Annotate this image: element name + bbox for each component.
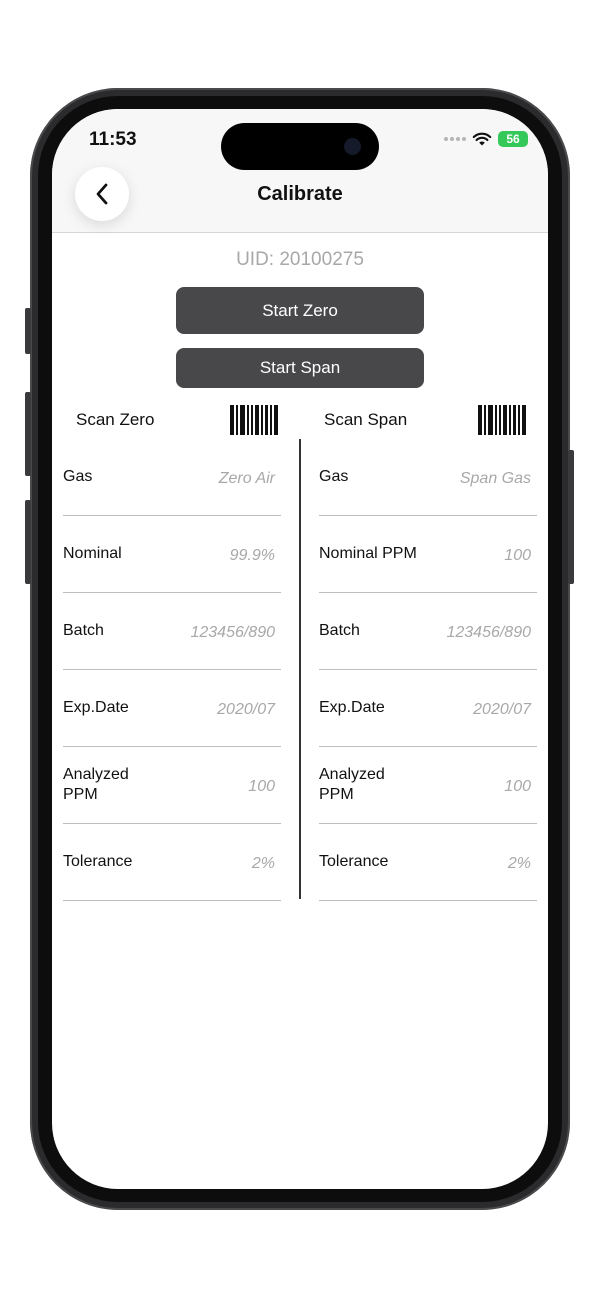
field-value: 2020/07 (473, 700, 531, 718)
span-analyzed-ppm-field[interactable]: Analyzed PPM 100 (319, 747, 537, 824)
scan-zero-label: Scan Zero (76, 410, 155, 429)
span-tolerance-field[interactable]: Tolerance 2% (319, 824, 537, 901)
field-label: Tolerance (319, 853, 389, 870)
action-button-hardware (25, 308, 31, 354)
volume-up-hardware (25, 392, 31, 476)
field-label: Analyzed PPM (63, 766, 129, 803)
field-value: 2% (507, 854, 531, 872)
cellular-signal-icon (444, 137, 466, 141)
field-label: Nominal (63, 545, 122, 562)
nav-header: 11:53 56 Calibrate (52, 109, 548, 233)
scan-span-label: Scan Span (324, 410, 408, 429)
field-value: 100 (504, 777, 531, 795)
field-value: Zero Air (218, 469, 275, 487)
field-label: Batch (63, 622, 104, 639)
camera-icon (344, 138, 361, 155)
scan-zero-row[interactable]: Scan Zero (76, 405, 278, 435)
field-label: Gas (319, 468, 349, 485)
span-fields-column: Gas Span Gas Nominal PPM 100 Batch 12345… (319, 439, 537, 901)
field-label: Nominal PPM (319, 545, 417, 562)
field-value: 100 (248, 777, 275, 795)
field-label: Exp.Date (319, 699, 385, 716)
power-button-hardware (568, 450, 574, 584)
field-value: Span Gas (459, 469, 531, 487)
volume-down-hardware (25, 500, 31, 584)
zero-nominal-field[interactable]: Nominal 99.9% (63, 516, 281, 593)
field-label: Tolerance (63, 853, 133, 870)
zero-tolerance-field[interactable]: Tolerance 2% (63, 824, 281, 901)
field-value: 123456/890 (190, 623, 275, 641)
zero-analyzed-ppm-field[interactable]: Analyzed PPM 100 (63, 747, 281, 824)
field-value: 2% (251, 854, 275, 872)
field-value: 123456/890 (446, 623, 531, 641)
battery-icon: 56 (498, 131, 528, 147)
zero-exp-date-field[interactable]: Exp.Date 2020/07 (63, 670, 281, 747)
zero-gas-field[interactable]: Gas Zero Air (63, 439, 281, 516)
barcode-icon[interactable] (230, 405, 278, 435)
column-divider (299, 439, 301, 899)
field-value: 100 (504, 546, 531, 564)
page-title: Calibrate (257, 183, 343, 205)
wifi-icon (472, 132, 492, 145)
dynamic-island (221, 123, 379, 170)
span-batch-field[interactable]: Batch 123456/890 (319, 593, 537, 670)
field-label: Batch (319, 622, 360, 639)
span-nominal-ppm-field[interactable]: Nominal PPM 100 (319, 516, 537, 593)
app-screen: 11:53 56 Calibrate UID: 20100275 Start Z… (52, 109, 548, 1189)
status-time: 11:53 (89, 129, 137, 150)
start-zero-button[interactable]: Start Zero (176, 287, 424, 334)
span-exp-date-field[interactable]: Exp.Date 2020/07 (319, 670, 537, 747)
start-span-button[interactable]: Start Span (176, 348, 424, 388)
zero-batch-field[interactable]: Batch 123456/890 (63, 593, 281, 670)
field-label: Exp.Date (63, 699, 129, 716)
field-label: Gas (63, 468, 93, 485)
barcode-icon[interactable] (478, 405, 526, 435)
status-icons: 56 (444, 131, 528, 147)
zero-fields-column: Gas Zero Air Nominal 99.9% Batch 123456/… (63, 439, 281, 901)
device-uid: UID: 20100275 (236, 249, 364, 270)
field-label: Analyzed PPM (319, 766, 385, 803)
scan-span-row[interactable]: Scan Span (324, 405, 526, 435)
field-value: 99.9% (229, 546, 275, 564)
span-gas-field[interactable]: Gas Span Gas (319, 439, 537, 516)
field-value: 2020/07 (217, 700, 275, 718)
